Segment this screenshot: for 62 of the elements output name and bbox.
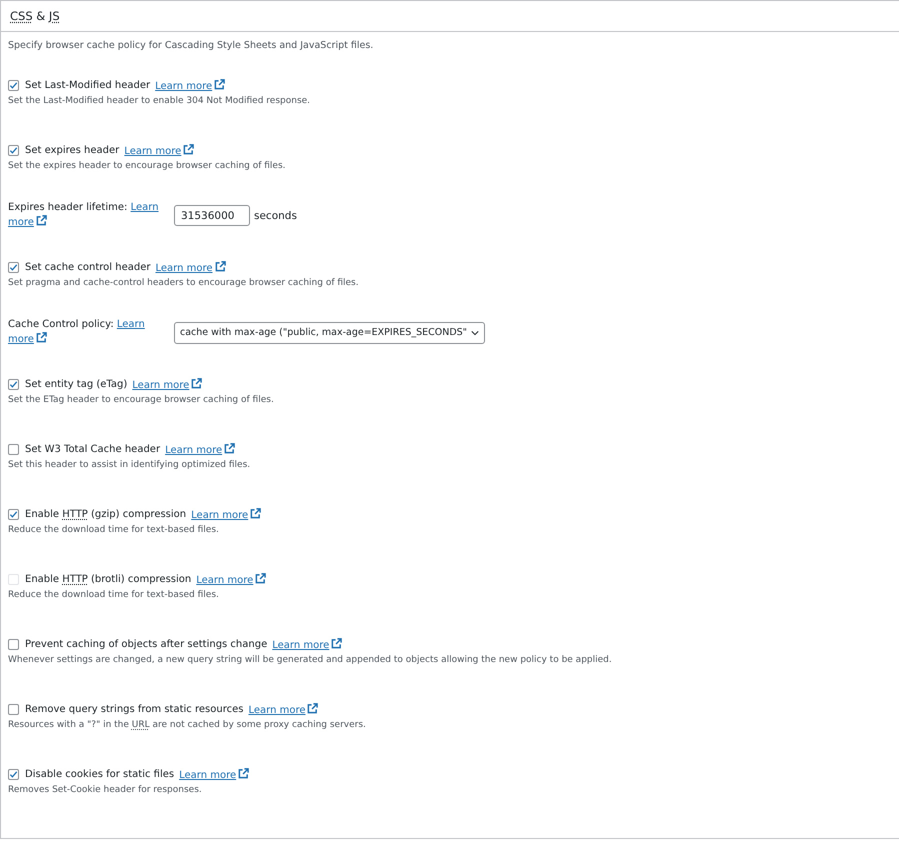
policy-dropdown[interactable]: cache with max-age ("public, max-age=EXPIRES_SECONDS" [174,322,486,344]
external-link-icon [255,572,266,584]
external-link-icon [238,768,250,778]
lifetime-input[interactable]: 31536000 [174,205,250,226]
field-label: Cache Control policy: Learn more [8,318,146,347]
option-description: Set the Last-Modified header to enable 304 Not Modified response. [8,96,312,106]
learn-more-link[interactable]: Learn more [191,508,262,520]
external-link-icon [36,215,47,226]
caret-icon [471,330,480,336]
external-link-icon [191,378,202,388]
checkbox[interactable] [8,80,19,90]
checkbox[interactable] [8,508,19,520]
external-link-icon [250,508,262,518]
learn-more-link[interactable]: Learn more [179,768,250,780]
learn-more-link[interactable]: Learn more [165,442,236,456]
learn-more-link[interactable]: Learn more [155,260,226,274]
option-label: Set W3 Total Cache header [25,444,160,454]
external-link-icon [183,144,194,154]
external-link-icon [307,702,318,714]
checkbox[interactable] [8,704,19,714]
external-link-icon [331,638,342,648]
unit-label: seconds [254,210,297,222]
learn-more-link[interactable]: Learn more [124,144,194,156]
learn-more-link[interactable]: Learn more [155,78,226,92]
option-description: Set this header to assist in identifying optimized files. [8,460,252,470]
section-title: CSS & JS [10,9,60,23]
external-link-icon [224,442,236,454]
learn-more-link[interactable]: Learn [130,202,159,213]
learn-more-link[interactable]: more [8,334,47,345]
option-label: Set Last-Modified header [25,80,150,90]
option-description: Set pragma and cache-control headers to encourage browser caching of files. [8,278,360,288]
field-label: Expires header lifetime: Learn more [8,201,160,230]
option-label: Enable HTTP (gzip) compression [25,508,186,520]
external-link-icon [36,332,47,343]
checkbox[interactable] [8,638,19,650]
checkbox[interactable] [8,144,19,156]
checkbox[interactable] [8,378,19,390]
option-label: Set expires header [25,144,120,156]
checkbox[interactable] [8,262,19,272]
learn-more-link[interactable]: more [8,217,47,228]
section-intro: Specify browser cache policy for Cascading Style Sheets and JavaScript files. [8,40,374,51]
option-label: Disable cookies for static files [25,768,174,780]
option-label: Set entity tag (eTag) [25,378,128,390]
checkbox[interactable] [8,768,19,780]
option-description: Whenever settings are changed, a new query string will be generated and appended to objects allowing the new policy to be applied. [8,655,613,665]
checkbox[interactable] [8,444,19,454]
external-link-icon [214,78,226,90]
option-label: Prevent caching of objects after settings change [25,638,268,650]
option-description: Reduce the download time for text-based files. [8,525,220,535]
option-description: Resources with a "?" in the URL are not cached by some proxy caching servers. [8,720,367,730]
learn-more-link[interactable]: Learn more [248,702,318,716]
option-label: Enable HTTP (brotli) compression [25,574,192,584]
option-description: Reduce the download time for text-based files. [8,590,220,600]
option-description: Set the ETag header to encourage browser caching of files. [8,395,275,405]
option-description: Removes Set-Cookie header for responses. [8,785,203,795]
learn-more-link[interactable]: Learn more [132,378,202,390]
option-label: Remove query strings from static resources [25,704,244,714]
option-label: Set cache control header [25,262,150,272]
external-link-icon [214,260,226,272]
learn-more-link[interactable]: Learn [116,319,145,330]
option-description: Set the expires header to encourage browser caching of files. [8,161,287,171]
learn-more-link[interactable]: Learn more [272,638,342,650]
